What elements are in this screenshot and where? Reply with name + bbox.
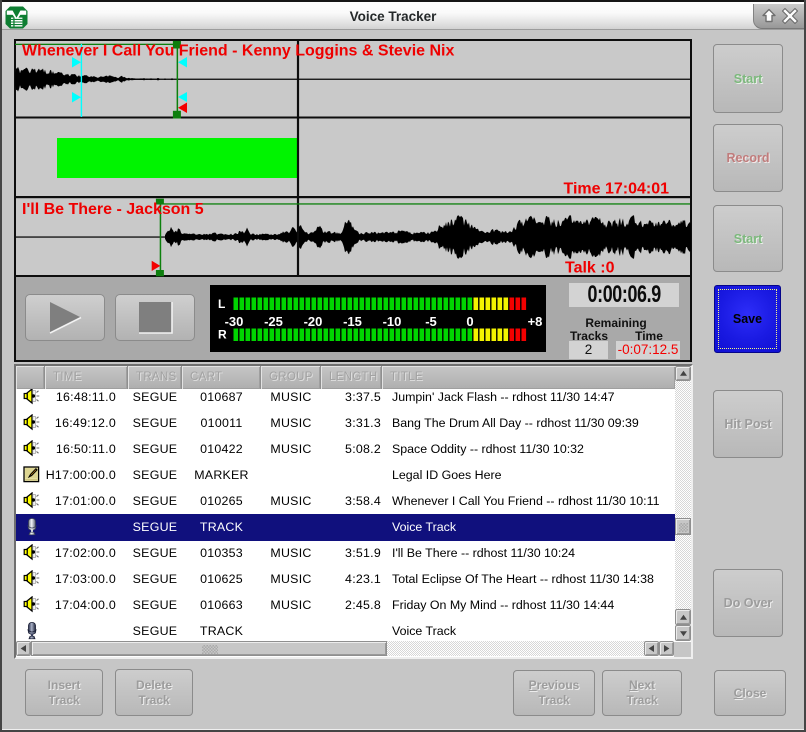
svg-text:R: R <box>218 328 227 342</box>
svg-text:+8: +8 <box>528 314 543 329</box>
svg-text:-10: -10 <box>383 314 402 329</box>
svg-text:Talk :0: Talk :0 <box>565 260 615 277</box>
svg-text:-15: -15 <box>343 314 362 329</box>
svg-text:I'll Be There - Jackson 5: I'll Be There - Jackson 5 <box>22 201 204 218</box>
svg-text:-5: -5 <box>425 314 437 329</box>
svg-text:Whenever I Call You Friend - K: Whenever I Call You Friend - Kenny Loggi… <box>22 43 454 60</box>
svg-text:-25: -25 <box>264 314 283 329</box>
svg-text:-30: -30 <box>225 314 244 329</box>
svg-text:0: 0 <box>466 314 473 329</box>
svg-text:Time 17:04:01: Time 17:04:01 <box>563 181 669 198</box>
svg-text:-20: -20 <box>304 314 323 329</box>
svg-text:L: L <box>218 297 225 311</box>
